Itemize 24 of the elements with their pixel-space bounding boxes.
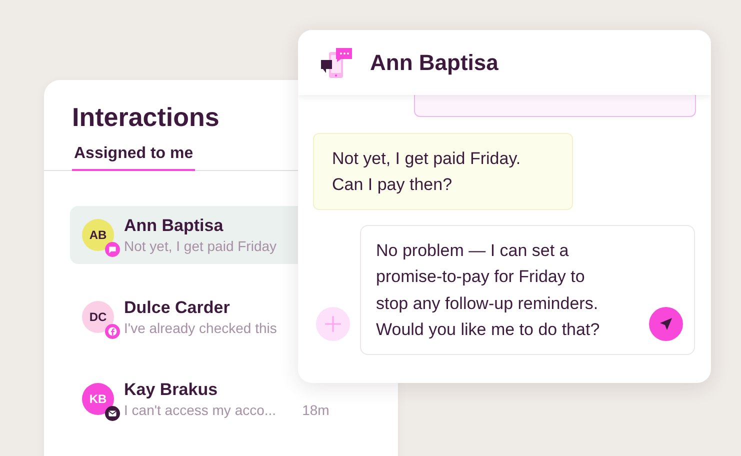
message-preview: Not yet, I get paid Friday [124,238,277,254]
chat-badge-icon [105,242,120,257]
phone-chat-icon [320,46,354,80]
conversation-item[interactable]: KB Kay Brakus I can't access my acco... 18m [70,370,342,428]
send-icon [658,316,674,332]
envelope-badge-icon [105,406,120,421]
customer-message: Not yet, I get paid Friday. Can I pay then? [313,133,573,210]
avatar: KB [82,383,114,415]
message-input[interactable]: No problem — I can set a promise-to-pay for Friday to stop any follow-up reminders. Would you like me to do that? [360,225,695,355]
message-preview: I've already checked this [124,320,277,336]
message-preview: I can't access my acco... [124,402,276,418]
plus-icon [324,315,342,333]
message-time: 18m [302,402,330,418]
conversation-item[interactable]: DC Dulce Carder I've already checked this [70,288,298,346]
facebook-badge-icon [105,324,120,339]
contact-name: Ann Baptisa [124,216,224,236]
contact-name: Dulce Carder [124,298,231,318]
contact-name: Kay Brakus [124,380,219,400]
avatar: DC [82,301,114,333]
chat-contact-name: Ann Baptisa [370,50,498,76]
avatar: AB [82,219,114,251]
list-tab[interactable]: Assigned to me [72,143,196,171]
conversation-item[interactable]: AB Ann Baptisa Not yet, I get paid Friday [70,206,298,264]
list-title: Interactions [72,102,220,133]
